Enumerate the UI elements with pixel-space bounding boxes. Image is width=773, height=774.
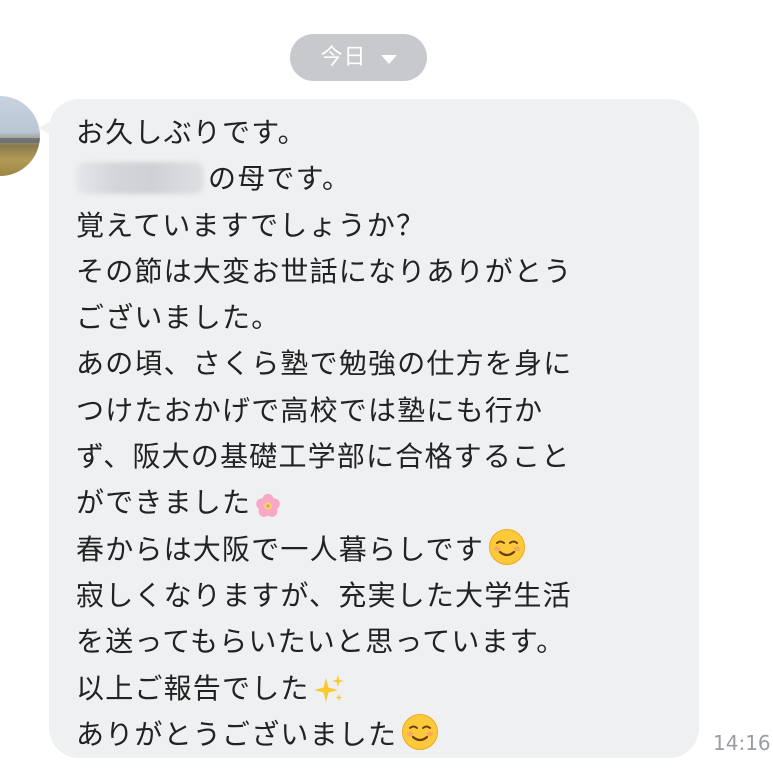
message-line: 覚えていますでしょうか？ (76, 208, 426, 242)
message-timestamp: 14:16 (713, 731, 771, 755)
message-line: その節は大変お世話になりありがとう (76, 254, 573, 288)
chat-screen: 今日 お久しぶりです。 の母です。 覚えていますでしょうか？ その節は大変お世話… (0, 0, 773, 774)
blurred-name-redaction (76, 162, 204, 195)
message-line: を送ってもらいたいと思っています。 (76, 625, 566, 659)
date-header-pill[interactable]: 今日 (290, 34, 427, 81)
message-line: お久しぶりです。 (76, 116, 307, 149)
caret-down-icon (380, 54, 397, 64)
message-line: 寂しくなりますが、充実した大学生活 (76, 578, 572, 612)
message-line-with-emoji: 春からは大阪で一人暮らしです (76, 527, 676, 573)
message-line: 春からは大阪で一人暮らしです (76, 532, 484, 566)
message-line: あの頃、さくら塾で勉強の仕方を身に (76, 347, 573, 381)
sender-avatar[interactable] (0, 96, 40, 176)
message-line-with-redaction: の母です。 (76, 156, 676, 202)
message-line-with-emoji: ありがとうございました (76, 712, 676, 758)
message-line: ができました (76, 486, 252, 520)
message-line-with-emoji: 以上ご報告でした (76, 666, 676, 712)
message-line: 以上ご報告でした (76, 671, 310, 705)
message-line: つけたおかげで高校では塾にも行か (76, 393, 544, 427)
message-line: ございました。 (76, 301, 281, 335)
avatar-photo-detail (0, 138, 40, 143)
smiling-face-icon (401, 713, 439, 765)
message-line: の母です。 (208, 162, 352, 196)
message-line: ありがとうございました (76, 717, 398, 751)
date-label: 今日 (320, 44, 367, 70)
message-line: ず、阪大の基礎工学部に合格すること (76, 440, 571, 474)
message-text: お久しぶりです。 の母です。 覚えていますでしょうか？ その節は大変お世話になり… (76, 110, 676, 758)
message-line-with-emoji: ができました (76, 480, 676, 526)
